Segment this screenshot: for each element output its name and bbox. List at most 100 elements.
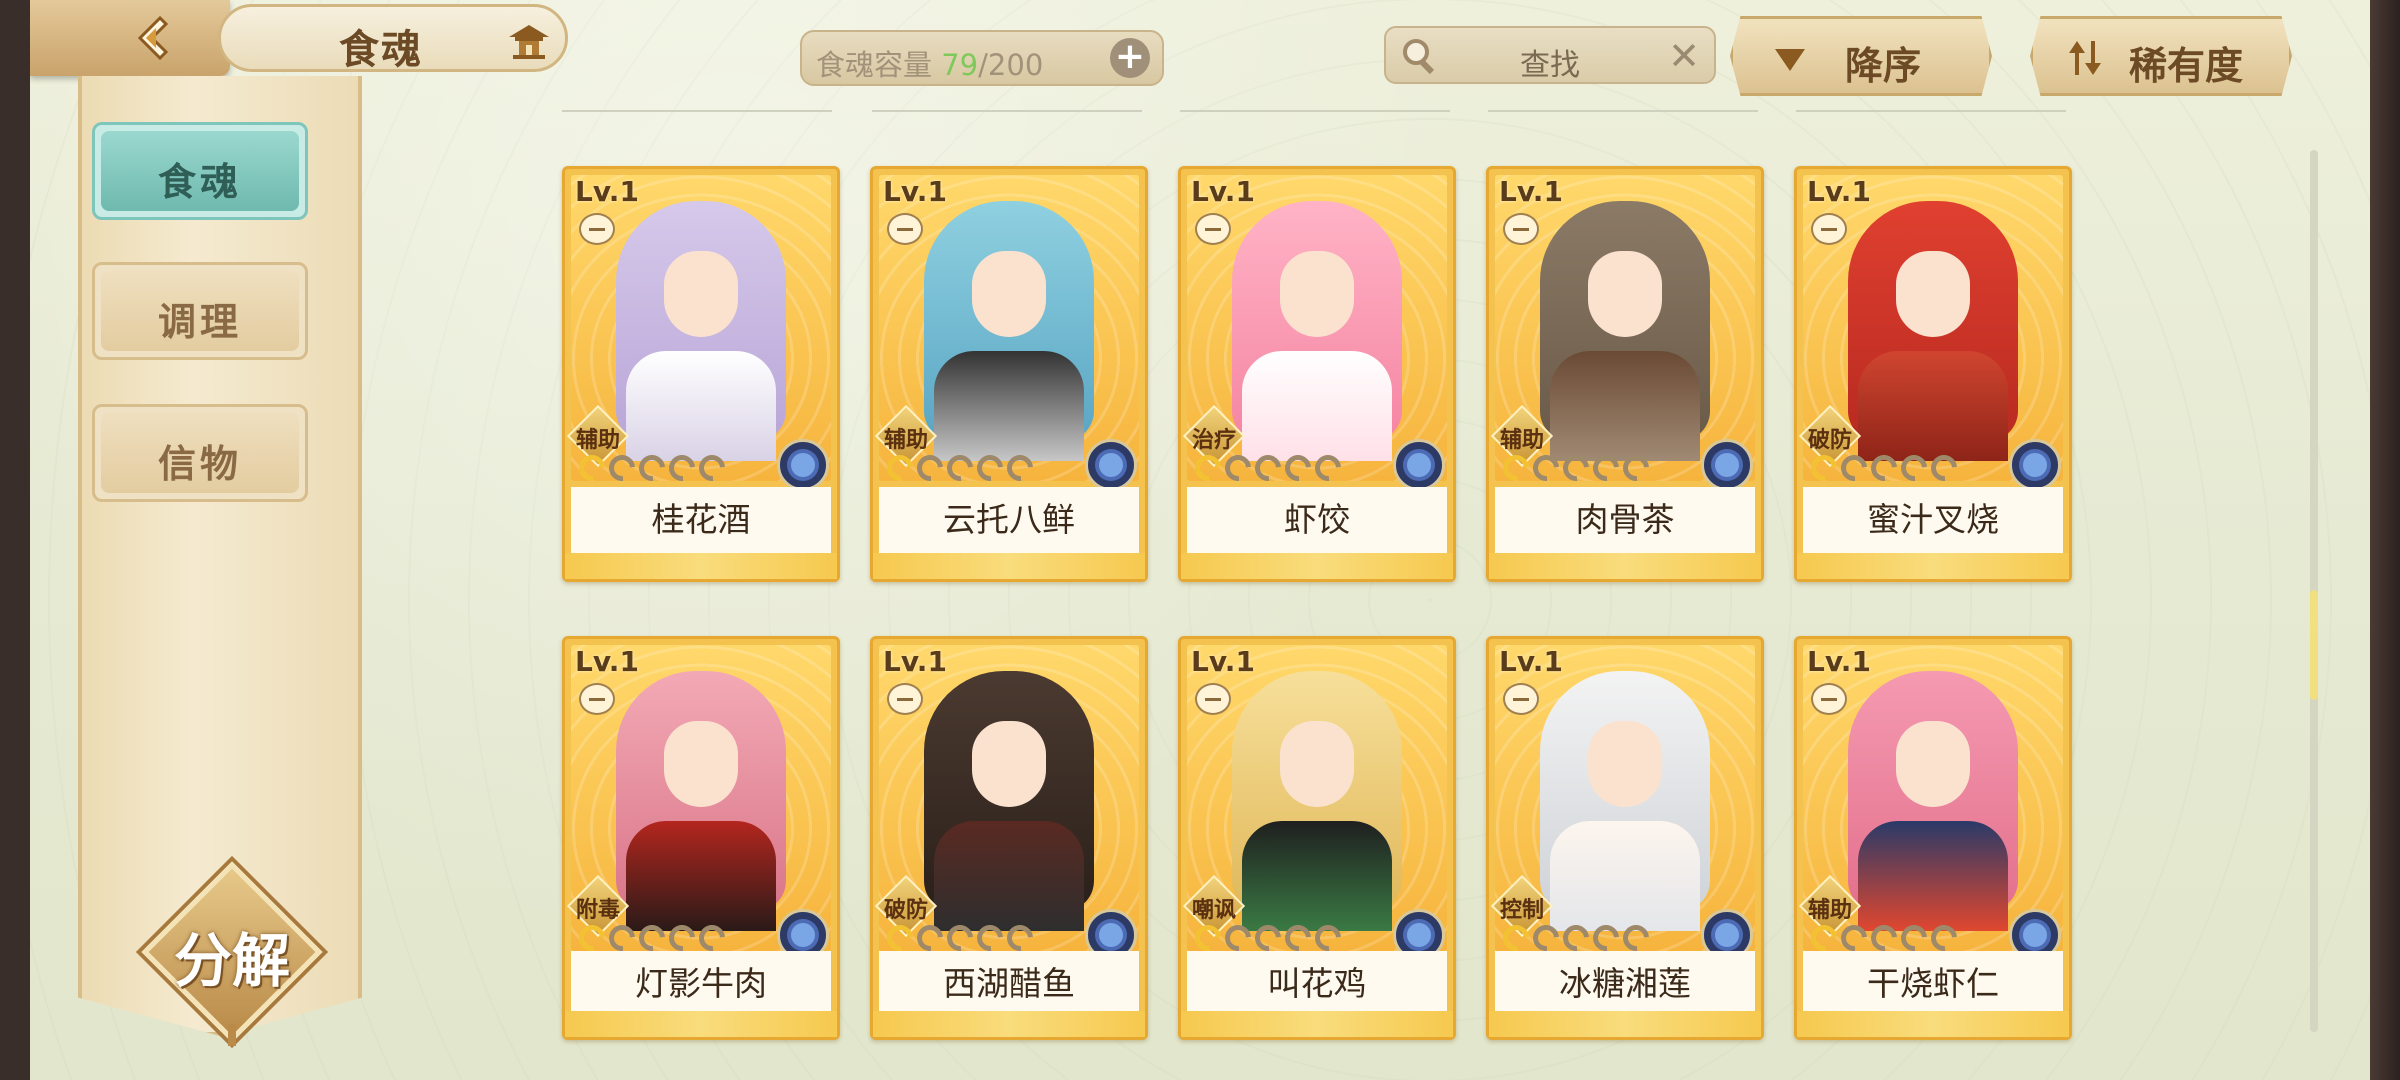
capacity-current: 79: [941, 48, 979, 82]
soul-list-screen: 食魂 食魂容量 79/200 + 查找 ✕ 降序 稀有度 食魂 调理 信物 分解…: [30, 0, 2370, 1080]
soul-card[interactable]: Lv.1 破防 蜜汁叉烧: [1794, 166, 2072, 582]
triangle-down-icon: [1775, 49, 1805, 71]
soul-card[interactable]: Lv.1 辅助肉骨茶: [1486, 166, 1764, 582]
swirl-star-icon: [693, 449, 731, 487]
minus-badge-icon: [579, 213, 615, 245]
swirl-star-icon: [1587, 449, 1625, 487]
element-badge-icon: [777, 439, 829, 491]
add-capacity-button[interactable]: +: [1110, 38, 1150, 78]
top-bar: 食魂 食魂容量 79/200 + 查找 ✕ 降序 稀有度: [30, 0, 2370, 96]
swirl-star-icon: [1557, 449, 1595, 487]
tab-label: 调理: [157, 299, 242, 344]
character-portrait: [1530, 181, 1720, 461]
level-label: Lv.1: [883, 175, 947, 208]
swirl-star-icon: [1219, 449, 1257, 487]
swirl-star-icon: [633, 449, 671, 487]
swirl-star-icon: [911, 449, 949, 487]
swirl-star-icon: [1835, 449, 1873, 487]
soul-name: 西湖醋鱼: [879, 951, 1139, 1017]
soul-name: 叫花鸡: [1187, 951, 1447, 1017]
swap-icon: [2069, 41, 2101, 75]
role-label: 附毒: [575, 898, 620, 923]
device-right-edge: [2370, 0, 2400, 1080]
level-label: Lv.1: [575, 175, 639, 208]
swirl-star-icon: [1925, 449, 1963, 487]
star-rating: [881, 449, 1039, 487]
minus-badge-icon: [579, 683, 615, 715]
swirl-star-icon: [1189, 449, 1227, 487]
role-label: 破防: [883, 898, 928, 923]
search-placeholder: 查找: [1520, 48, 1580, 83]
search-field[interactable]: 查找 ✕: [1384, 26, 1716, 84]
soul-card[interactable]: Lv.1 辅助 干烧虾仁: [1794, 636, 2072, 1040]
soul-name: 肉骨茶: [1495, 487, 1755, 553]
role-label: 辅助: [1807, 898, 1852, 923]
soul-card[interactable]: Lv.1 治疗 虾饺: [1178, 166, 1456, 582]
tab-tokens[interactable]: 信物: [92, 404, 308, 502]
level-label: Lv.1: [1191, 175, 1255, 208]
pavilion-icon[interactable]: [507, 21, 551, 61]
sort-by-button[interactable]: 稀有度: [2030, 16, 2292, 96]
swirl-star-icon: [1895, 449, 1933, 487]
soul-card[interactable]: Lv.1 附毒 灯影牛肉: [562, 636, 840, 1040]
role-label: 嘲讽: [1191, 898, 1236, 923]
star-rating: [1189, 449, 1347, 487]
level-label: Lv.1: [883, 645, 947, 678]
level-label: Lv.1: [1499, 645, 1563, 678]
tab-cooking[interactable]: 调理: [92, 262, 308, 360]
sort-order-button[interactable]: 降序: [1730, 16, 1992, 96]
capacity-indicator: 食魂容量 79/200 +: [800, 30, 1164, 86]
back-button[interactable]: [30, 0, 230, 76]
minus-badge-icon: [1503, 683, 1539, 715]
tab-label: 食魂: [157, 159, 242, 204]
role-label: 辅助: [1499, 428, 1544, 453]
swirl-star-icon: [573, 449, 611, 487]
decompose-label: 分解: [173, 927, 290, 995]
character-portrait: [1530, 651, 1720, 931]
close-icon[interactable]: ✕: [1668, 34, 1700, 78]
swirl-star-icon: [941, 449, 979, 487]
soul-card[interactable]: Lv.1 嘲讽叫花鸡: [1178, 636, 1456, 1040]
decompose-button[interactable]: 分解: [141, 861, 323, 1046]
role-label: 辅助: [883, 428, 928, 453]
capacity-label: 食魂容量: [816, 48, 933, 82]
swirl-star-icon: [1279, 449, 1317, 487]
soul-name: 干烧虾仁: [1803, 951, 2063, 1017]
star-rating: [573, 449, 731, 487]
minus-badge-icon: [1195, 683, 1231, 715]
character-portrait: [1838, 181, 2028, 461]
character-portrait: [606, 651, 796, 931]
sort-order-label: 降序: [1845, 44, 1922, 88]
swirl-star-icon: [1617, 449, 1655, 487]
soul-card[interactable]: Lv.1 破防西湖醋鱼: [870, 636, 1148, 1040]
element-badge-icon: [1393, 439, 1445, 491]
soul-name: 冰糖湘莲: [1495, 951, 1755, 1017]
scrollbar-thumb[interactable]: [2310, 590, 2318, 700]
level-label: Lv.1: [1499, 175, 1563, 208]
capacity-max: /200: [978, 48, 1044, 82]
chevron-left-icon: [137, 15, 169, 61]
minus-badge-icon: [887, 213, 923, 245]
star-rating: [1805, 449, 1963, 487]
role-label: 破防: [1807, 428, 1852, 453]
soul-name: 灯影牛肉: [571, 951, 831, 1017]
minus-badge-icon: [887, 683, 923, 715]
character-portrait: [1222, 181, 1412, 461]
tab-souls[interactable]: 食魂: [92, 122, 308, 220]
soul-card[interactable]: Lv.1 辅助 桂花酒: [562, 166, 840, 582]
element-badge-icon: [2009, 439, 2061, 491]
character-portrait: [914, 651, 1104, 931]
level-label: Lv.1: [1191, 645, 1255, 678]
swirl-star-icon: [603, 449, 641, 487]
role-label: 辅助: [575, 428, 620, 453]
swirl-star-icon: [1001, 449, 1039, 487]
character-portrait: [1838, 651, 2028, 931]
swirl-star-icon: [1805, 449, 1843, 487]
soul-card[interactable]: Lv.1 控制冰糖湘莲: [1486, 636, 1764, 1040]
swirl-star-icon: [1249, 449, 1287, 487]
swirl-star-icon: [1309, 449, 1347, 487]
title-bar: 食魂: [218, 4, 568, 73]
swirl-star-icon: [1865, 449, 1903, 487]
soul-card[interactable]: Lv.1 辅助 云托八鲜: [870, 166, 1148, 582]
role-label: 控制: [1499, 898, 1544, 923]
